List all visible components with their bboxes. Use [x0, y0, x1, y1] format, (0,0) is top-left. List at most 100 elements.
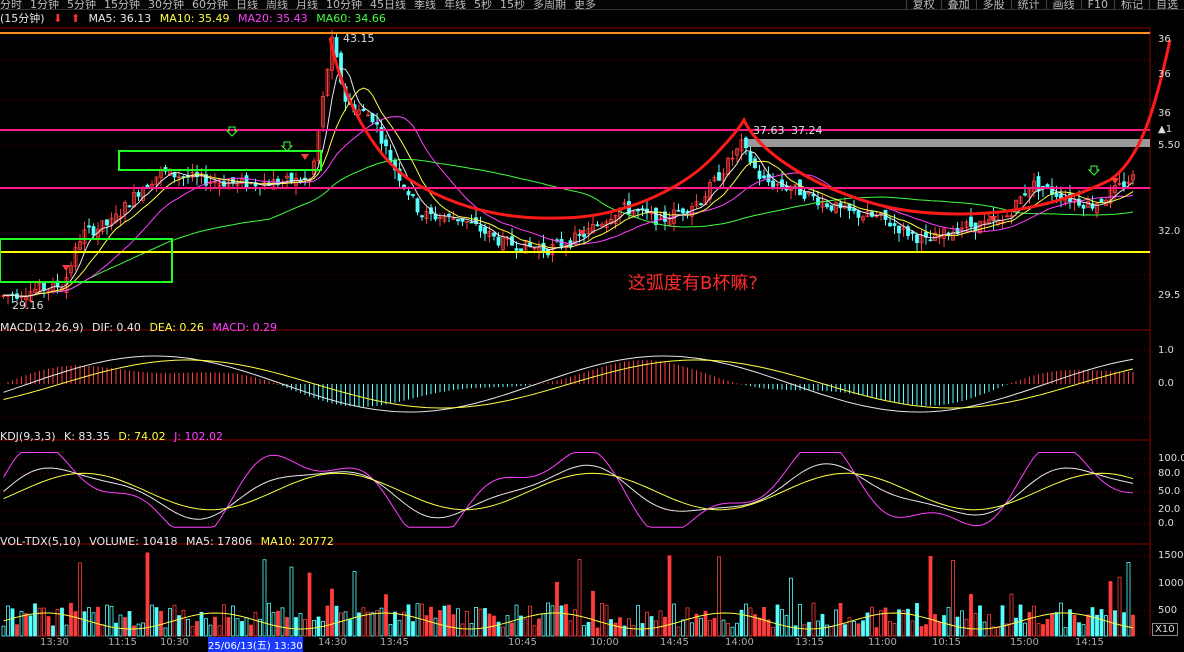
volume-bar [690, 622, 694, 637]
volume-bar [375, 610, 379, 637]
candle-body [717, 172, 721, 181]
price-tick: 36 [1158, 34, 1171, 45]
volume-bar [213, 616, 217, 637]
volume-bar [1099, 609, 1104, 637]
volume-bar [663, 616, 667, 637]
candle-body [681, 208, 685, 214]
volume-bar [402, 611, 406, 637]
volume-bar [919, 626, 924, 637]
volume-bar [406, 604, 411, 637]
volume-bar [829, 626, 834, 637]
volume-bar [393, 611, 397, 637]
kdj-tick: 100.0 [1158, 453, 1184, 464]
volume-bar [892, 623, 897, 637]
annotations [0, 32, 1172, 283]
volume-bar [33, 603, 37, 637]
vol-tick: 500 [1158, 605, 1178, 616]
candle-body [636, 209, 640, 212]
volume-bar [303, 619, 307, 637]
volume-bar [546, 602, 550, 637]
time-label: 10:00 [590, 637, 619, 648]
volume-bar [15, 624, 19, 637]
candle-body [802, 191, 807, 199]
volume-bar [820, 613, 825, 637]
volume-bar [640, 623, 645, 637]
volume-bar [465, 611, 469, 637]
volume-bar [757, 617, 762, 637]
volume-bar [586, 622, 591, 637]
candle-body [384, 139, 388, 147]
candle-body [519, 248, 523, 252]
volume-bar [568, 620, 573, 637]
arrow-up-icon[interactable]: ⬆ [71, 12, 80, 25]
volume-bar [447, 604, 451, 637]
volume-bar [897, 609, 901, 637]
volume-bar [1086, 614, 1090, 637]
candle-body [411, 194, 415, 197]
volume-bar [96, 606, 100, 637]
volume-bar [802, 624, 807, 637]
kdj-tick: 20.0 [1158, 504, 1181, 515]
buy-signal-icon [225, 126, 239, 137]
candle-body [1122, 181, 1126, 188]
volume-bar [1063, 627, 1068, 637]
volume-bar [915, 603, 919, 637]
candle-body [748, 151, 753, 163]
annotation-text: 这弧度有B杯嘛? [628, 273, 758, 294]
volume-bar [874, 627, 879, 637]
volume-bar [316, 616, 321, 637]
candle-body [654, 207, 658, 225]
candle-body [420, 215, 424, 218]
volume-bar [762, 606, 766, 637]
time-label: 13:30 [40, 637, 69, 648]
vol-title: VOL-TDX(5,10) [0, 535, 81, 548]
volume-bar [541, 613, 546, 637]
volume-bar [744, 603, 748, 637]
price-mark-1: 37.63 [753, 124, 785, 137]
volume-bar [42, 607, 46, 637]
arrow-down-icon[interactable]: ⬇ [53, 12, 62, 25]
macd-value: MACD: 0.29 [212, 321, 278, 334]
candle-body [334, 37, 339, 58]
volume-bar [1081, 624, 1086, 637]
volume-bar [766, 619, 771, 637]
volume-bar [883, 607, 888, 637]
candle-body [402, 184, 406, 188]
volume-bar [456, 608, 460, 637]
volume-bar [69, 602, 73, 637]
volume-bar [195, 621, 199, 637]
time-label: 10:15 [932, 637, 961, 648]
kdj-tick: 0.0 [1158, 518, 1174, 529]
volume-bar [105, 604, 109, 637]
volume-bar [708, 620, 712, 637]
candle-body [1023, 193, 1027, 196]
macd-tick: 1.0 [1158, 345, 1174, 356]
price-tick: 36 [1158, 108, 1171, 119]
volume-bar [1117, 576, 1122, 637]
volume-bar [289, 566, 294, 637]
volume-bar [685, 607, 690, 637]
volume-bar [1, 625, 6, 637]
volume-bar [834, 609, 838, 637]
volume-bar [249, 624, 253, 637]
volume-bar [244, 617, 249, 637]
volume-bar [771, 626, 775, 637]
ma60-value: MA60: 34.66 [316, 12, 386, 25]
volume-bar [564, 604, 568, 637]
volume-bar [627, 618, 631, 637]
volume-bar [969, 593, 973, 637]
volume-bar [352, 571, 357, 637]
volume-bar [397, 619, 402, 637]
volume-bar [222, 604, 226, 637]
candle-body [105, 219, 109, 226]
buy-signal-icon [1087, 165, 1101, 176]
volume-bar [501, 626, 505, 637]
time-label: 14:00 [725, 637, 754, 648]
volume-bar [780, 609, 784, 637]
volume-bar [852, 621, 856, 637]
candle-body [856, 210, 861, 218]
volume-bar [1036, 623, 1041, 637]
kdj-tick: 80.0 [1158, 468, 1181, 479]
volume-bar [559, 605, 564, 637]
candle-body [676, 209, 681, 212]
